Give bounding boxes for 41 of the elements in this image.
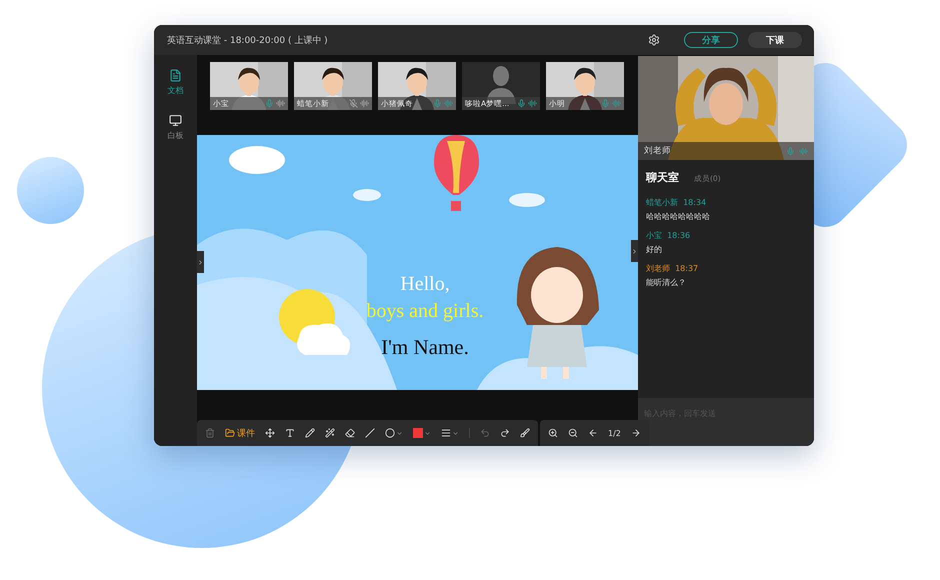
end-class-button[interactable]: 下课 <box>748 32 802 48</box>
window-title: 英语互动课堂 - 18:00-20:00 ( 上课中 ) <box>167 34 329 46</box>
message-text: 好的 <box>646 244 663 255</box>
caret-icon <box>452 430 459 436</box>
slide-text: boys and girls. <box>366 300 484 323</box>
caret-icon <box>396 430 403 436</box>
color-picker[interactable] <box>413 428 431 438</box>
zoom-out-icon[interactable] <box>568 428 578 438</box>
monitor-icon <box>169 114 182 127</box>
sidebar-item[interactable]: 白板 <box>168 114 184 141</box>
page-number: 1/2 <box>608 428 621 438</box>
redo-button[interactable] <box>500 428 510 438</box>
zoom-in-icon[interactable] <box>548 428 558 438</box>
courseware-button[interactable]: 课件 <box>225 426 255 440</box>
caret-icon <box>424 430 431 436</box>
message-sender: 刘老师 18:37 <box>646 263 700 274</box>
shape-tool[interactable] <box>385 428 403 438</box>
sidebar-item[interactable]: 文档 <box>168 69 184 96</box>
wand-tool[interactable] <box>325 428 335 438</box>
eraser-tool[interactable] <box>345 428 355 438</box>
next-page-icon[interactable] <box>630 428 641 438</box>
collapse-handle[interactable] <box>197 251 204 273</box>
clear-button[interactable] <box>520 428 530 438</box>
slide-text: Hello, <box>400 273 450 296</box>
message-sender: 蜡笔小新 18:34 <box>646 197 708 208</box>
chat-title: 聊天室 <box>646 170 679 185</box>
share-button[interactable]: 分享 <box>684 32 738 48</box>
text-tool[interactable] <box>285 428 295 438</box>
previous-page-icon[interactable] <box>588 428 598 438</box>
pen-tool[interactable] <box>305 428 315 438</box>
folder-icon <box>225 428 235 438</box>
collapse-handle[interactable] <box>631 240 638 262</box>
move-tool[interactable] <box>265 428 275 438</box>
message-text: 哈哈哈哈哈哈哈哈 <box>646 211 711 222</box>
line-tool[interactable] <box>365 428 375 438</box>
document-icon <box>169 69 182 82</box>
line-weight-picker[interactable] <box>441 428 459 438</box>
message-sender: 小宝 18:36 <box>646 230 692 241</box>
message-text: 能听清么？ <box>646 277 687 288</box>
settings-icon[interactable] <box>648 34 660 46</box>
slide-text: I'm Name. <box>381 335 469 360</box>
